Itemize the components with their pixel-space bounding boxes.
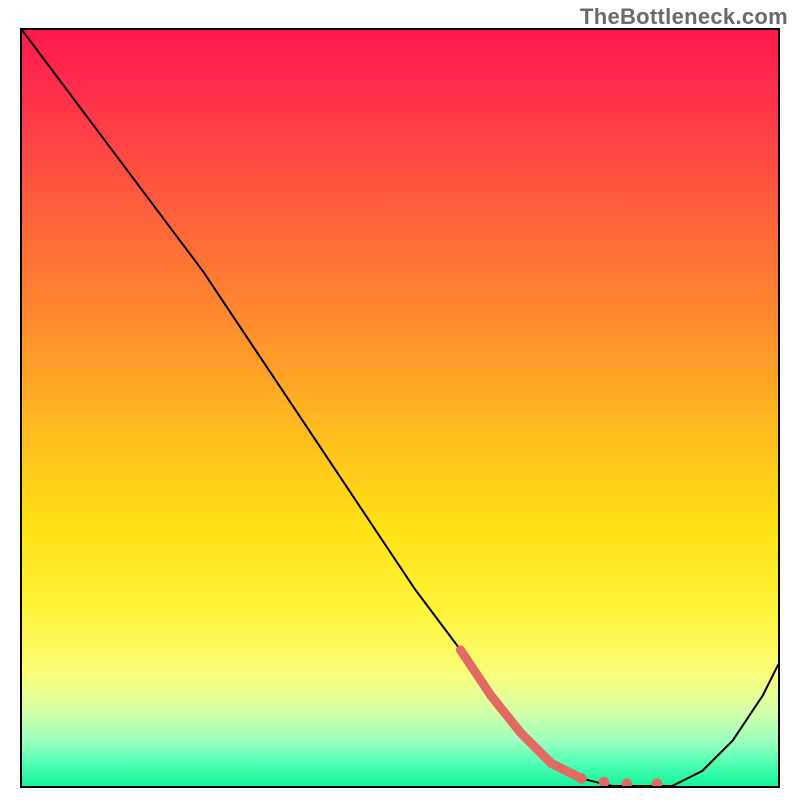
curve-layer bbox=[22, 30, 778, 786]
chart-root: TheBottleneck.com bbox=[0, 0, 800, 800]
highlight-dot bbox=[622, 778, 633, 786]
watermark-text: TheBottleneck.com bbox=[580, 4, 788, 30]
plot-area bbox=[20, 28, 780, 788]
highlight-dot bbox=[652, 778, 663, 786]
highlight-dot bbox=[599, 777, 610, 786]
highlight-segment bbox=[460, 650, 581, 779]
main-curve bbox=[22, 30, 778, 786]
highlight-dot bbox=[576, 773, 587, 784]
